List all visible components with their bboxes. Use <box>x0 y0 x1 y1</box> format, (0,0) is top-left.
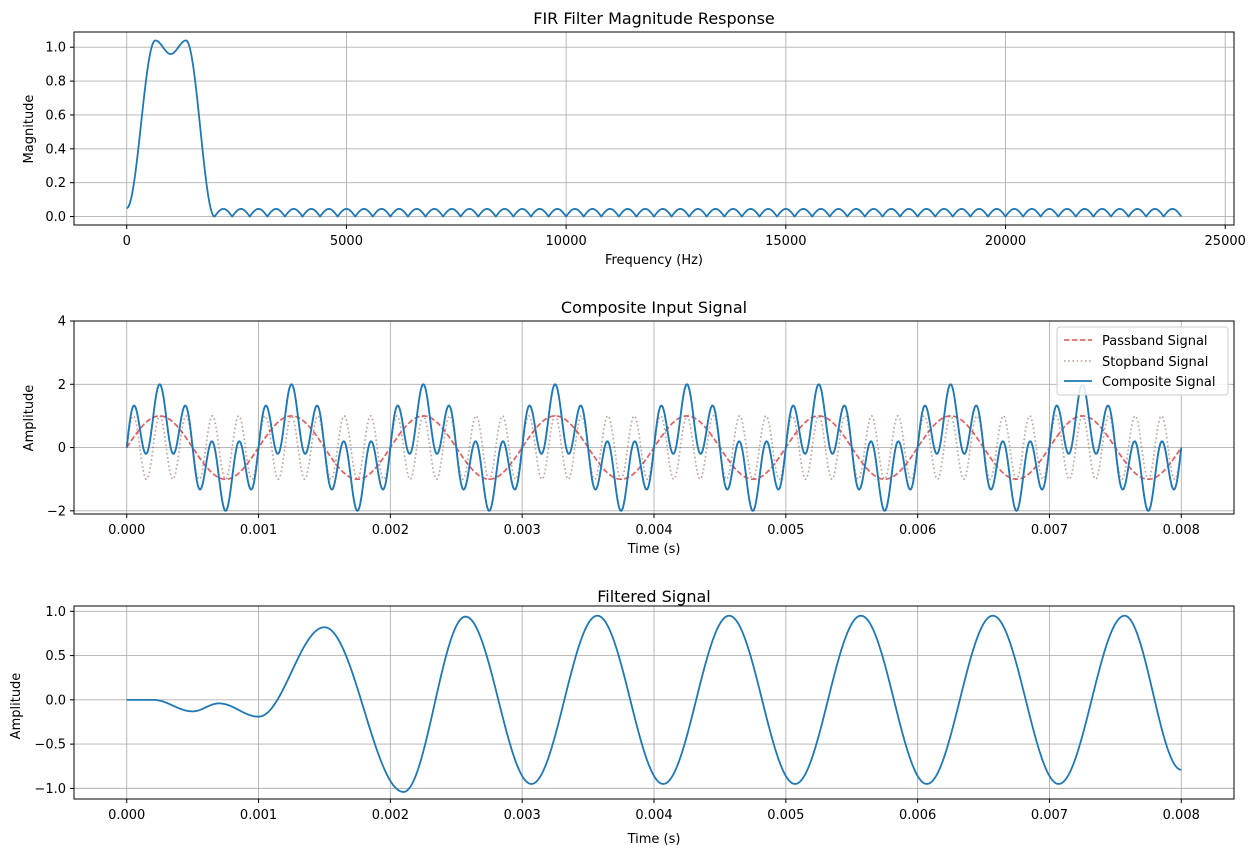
magnitude-response-grid <box>74 32 1234 225</box>
filtered-signal-x-label: Time (s) <box>627 832 681 847</box>
filtered-signal-title: Filtered Signal <box>597 587 711 606</box>
filtered-signal-x-tick-label: 0.001 <box>240 808 277 823</box>
composite-signal-x-tick-label: 0.008 <box>1163 523 1200 538</box>
magnitude-response-x-ticks: 0 5000 10000 15000 20000 25000 <box>123 225 1246 249</box>
magnitude-response-x-tick-label: 20000 <box>985 234 1026 249</box>
filtered-signal-x-ticks: 0.000 0.001 0.002 0.003 0.004 0.005 0.006 0.007… <box>108 799 1200 823</box>
composite-signal-panel: Composite Input Signal 0.000 0.001 0.002 0.… <box>22 298 1235 557</box>
filtered-signal-y-ticks: −1.0 −0.5 0.0 0.5 1.0 <box>34 605 74 797</box>
magnitude-response-axes <box>73 31 1235 226</box>
composite-signal-x-tick-label: 0.003 <box>504 523 541 538</box>
magnitude-response-y-tick-label: 1.0 <box>45 41 66 56</box>
filtered-signal-y-label: Amplitude <box>9 673 24 740</box>
composite-signal-y-tick-label: −2 <box>47 504 66 519</box>
magnitude-response-x-tick-label: 15000 <box>765 234 806 249</box>
magnitude-response-y-ticks: 0.0 0.2 0.4 0.6 0.8 1.0 <box>45 41 74 225</box>
magnitude-response-y-label: Magnitude <box>22 95 37 164</box>
filtered-signal-x-tick-label: 0.008 <box>1163 808 1200 823</box>
composite-signal-y-label: Amplitude <box>22 385 37 452</box>
magnitude-response-y-tick-label: 0.4 <box>45 142 66 157</box>
magnitude-response-y-tick-label: 0.0 <box>45 210 66 225</box>
magnitude-response-x-tick-label: 5000 <box>330 234 363 249</box>
composite-signal-x-tick-label: 0.007 <box>1031 523 1068 538</box>
magnitude-response-x-label: Frequency (Hz) <box>605 253 703 268</box>
filtered-signal-y-tick-label: −0.5 <box>34 738 66 753</box>
magnitude-response-y-tick-label: 0.2 <box>45 176 66 191</box>
magnitude-response-y-tick-label: 0.8 <box>45 75 66 90</box>
filtered-signal-y-tick-label: 1.0 <box>45 605 66 620</box>
figure: FIR Filter Magnitude Response 0 5000 10000… <box>9 9 1246 847</box>
magnitude-response-x-tick-label: 25000 <box>1205 234 1246 249</box>
filtered-signal-x-tick-label: 0.005 <box>767 808 804 823</box>
filtered-signal-y-tick-label: −1.0 <box>34 782 66 797</box>
filtered-signal-x-tick-label: 0.003 <box>504 808 541 823</box>
composite-signal-x-tick-label: 0.001 <box>240 523 277 538</box>
composite-signal-x-tick-label: 0.000 <box>108 523 145 538</box>
magnitude-response-y-tick-label: 0.6 <box>45 108 66 123</box>
composite-signal-y-tick-label: 2 <box>58 378 66 393</box>
filtered-signal-x-tick-label: 0.004 <box>635 808 672 823</box>
composite-signal-y-tick-label: 4 <box>58 315 66 330</box>
filtered-signal-panel: Filtered Signal 0.000 0.001 0.002 0.003 0.00… <box>9 587 1235 847</box>
composite-signal-legend: Passband Signal Stopband Signal Composit… <box>1056 326 1229 396</box>
legend-label-composite: Composite Signal <box>1102 375 1215 390</box>
legend-label-passband: Passband Signal <box>1102 334 1208 349</box>
composite-signal-x-tick-label: 0.005 <box>767 523 804 538</box>
magnitude-response-panel: FIR Filter Magnitude Response 0 5000 10000… <box>22 9 1246 268</box>
composite-signal-x-ticks: 0.000 0.001 0.002 0.003 0.004 0.005 0.006 0.007… <box>108 514 1200 538</box>
composite-signal-title: Composite Input Signal <box>561 298 747 317</box>
composite-signal-y-ticks: −2 0 2 4 <box>47 315 74 519</box>
filtered-signal-x-tick-label: 0.002 <box>372 808 409 823</box>
composite-signal-y-tick-label: 0 <box>58 441 66 456</box>
filtered-signal-x-tick-label: 0.000 <box>108 808 145 823</box>
composite-signal-x-label: Time (s) <box>627 542 681 557</box>
magnitude-response-title: FIR Filter Magnitude Response <box>533 9 775 28</box>
filtered-signal-x-tick-label: 0.007 <box>1031 808 1068 823</box>
filtered-signal-x-tick-label: 0.006 <box>899 808 936 823</box>
filtered-signal-y-tick-label: 0.5 <box>45 649 66 664</box>
filtered-signal-grid <box>74 606 1234 799</box>
magnitude-response-x-tick-label: 10000 <box>545 234 586 249</box>
composite-signal-x-tick-label: 0.006 <box>899 523 936 538</box>
legend-label-stopband: Stopband Signal <box>1102 355 1208 370</box>
magnitude-response-series <box>126 39 1183 218</box>
filtered-signal-y-tick-label: 0.0 <box>45 693 66 708</box>
magnitude-response-x-tick-label: 0 <box>123 234 131 249</box>
composite-signal-x-tick-label: 0.004 <box>635 523 672 538</box>
composite-signal-x-tick-label: 0.002 <box>372 523 409 538</box>
magnitude-response-line <box>126 39 1183 218</box>
